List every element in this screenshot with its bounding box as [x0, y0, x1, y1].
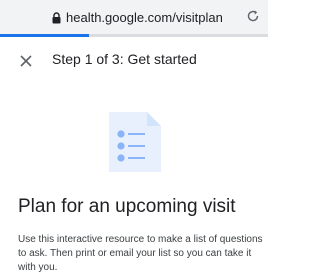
- step-header: Step 1 of 3: Get started: [0, 37, 268, 85]
- browser-address-bar[interactable]: health.google.com/visitplan: [0, 0, 268, 34]
- url-text[interactable]: health.google.com/visitplan: [66, 10, 223, 25]
- close-icon[interactable]: [20, 54, 32, 67]
- url-field[interactable]: health.google.com/visitplan: [52, 9, 223, 25]
- page-description: Use this interactive resource to make a …: [18, 234, 263, 273]
- checklist-icon: [105, 110, 165, 174]
- lock-icon: [52, 11, 61, 24]
- reload-icon[interactable]: [246, 9, 260, 23]
- step-title: Step 1 of 3: Get started: [52, 51, 197, 67]
- page-heading: Plan for an upcoming visit: [18, 196, 236, 217]
